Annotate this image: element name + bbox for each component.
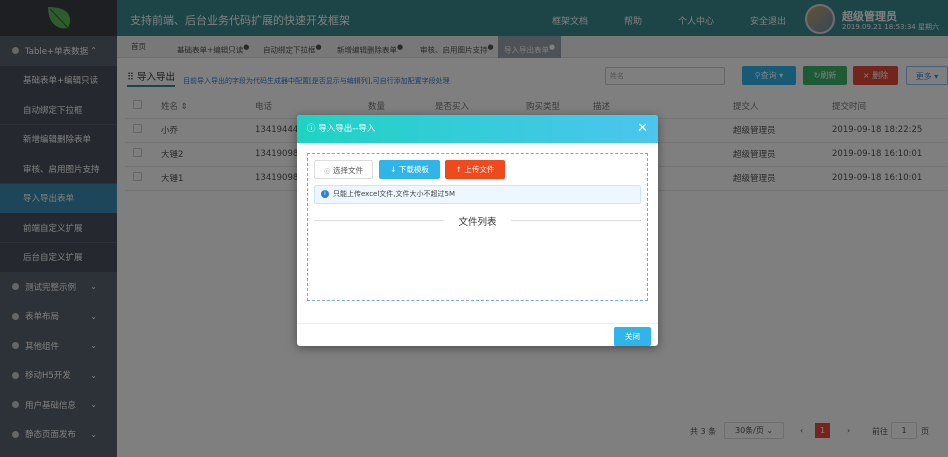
import-dialog: ⓘ 导入导出--导入 ✕ ◎ 选择文件 ↓ 下载模板 ↑ 上传文件 i 只能上传e… [297,115,658,346]
upload-label: 上传文件 [464,165,495,174]
info-icon: i [321,190,329,198]
alert-text: 只能上传excel文件,文件大小不超过5M [333,190,456,198]
dialog-header: ⓘ 导入导出--导入 ✕ [297,115,658,143]
dialog-footer: 关闭 [297,323,658,346]
upload-alert: i 只能上传excel文件,文件大小不超过5M [314,185,641,204]
select-file-label: 选择文件 [332,166,363,175]
download-icon: ↓ [390,165,399,174]
upload-file-button[interactable]: ↑ 上传文件 [445,160,505,179]
download-template-button[interactable]: ↓ 下载模板 [379,160,440,179]
file-list-title: 文件列表 [314,214,641,228]
eye-icon: ◎ [324,166,333,175]
close-button[interactable]: 关闭 [614,327,651,346]
close-icon[interactable]: ✕ [637,115,648,143]
info-icon: ⓘ [307,124,319,134]
download-label: 下载模板 [398,165,429,174]
dialog-title: 导入导出--导入 [318,124,376,134]
select-file-button[interactable]: ◎ 选择文件 [314,160,373,179]
upload-area: ◎ 选择文件 ↓ 下载模板 ↑ 上传文件 i 只能上传excel文件,文件大小不超… [307,153,648,301]
